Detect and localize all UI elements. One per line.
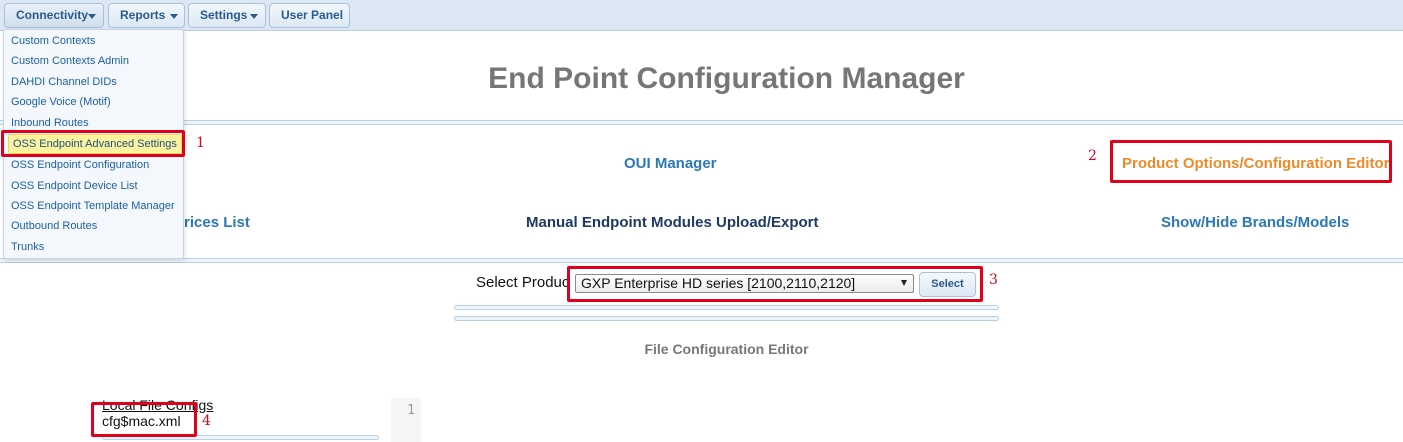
annotation-number-4: 4: [202, 413, 211, 429]
menu-user-panel-label: User Panel: [281, 8, 344, 22]
divider: [0, 258, 1403, 263]
menu-settings[interactable]: Settings: [188, 3, 266, 28]
menu-connectivity[interactable]: Connectivity: [4, 3, 104, 28]
annotation-number-3: 3: [989, 272, 998, 288]
dropdown-item[interactable]: Trunks: [11, 241, 44, 253]
annotation-box-3: [567, 266, 983, 302]
devices-list-link[interactable]: rices List: [184, 214, 250, 231]
page-title: End Point Configuration Manager: [488, 62, 965, 95]
dropdown-item[interactable]: Custom Contexts Admin: [11, 55, 129, 67]
divider: [454, 305, 999, 310]
editor-line-gutter: 1: [391, 398, 421, 442]
annotation-number-2: 2: [1088, 148, 1097, 164]
chevron-down-icon: [250, 14, 258, 19]
dropdown-item[interactable]: Inbound Routes: [11, 117, 89, 129]
select-product-label: Select Produc: [476, 274, 570, 291]
dropdown-item[interactable]: OSS Endpoint Template Manager: [11, 200, 175, 212]
divider: [454, 316, 999, 321]
menu-reports[interactable]: Reports: [108, 3, 185, 28]
menu-reports-label: Reports: [120, 8, 166, 22]
oui-manager-link[interactable]: OUI Manager: [624, 155, 717, 172]
dropdown-item[interactable]: OSS Endpoint Device List: [11, 180, 138, 192]
annotation-box-4: [91, 402, 197, 437]
show-hide-brands-link[interactable]: Show/Hide Brands/Models: [1161, 214, 1349, 231]
dropdown-item[interactable]: OSS Endpoint Configuration: [11, 159, 149, 171]
menu-connectivity-label: Connectivity: [16, 8, 89, 22]
divider: [0, 120, 1403, 125]
menu-user-panel[interactable]: User Panel: [269, 3, 350, 28]
manual-upload-link[interactable]: Manual Endpoint Modules Upload/Export: [526, 214, 819, 231]
chevron-down-icon: [170, 14, 178, 19]
annotation-box-2: [1110, 140, 1392, 183]
annotation-number-1: 1: [196, 135, 205, 151]
menu-bar: Connectivity Reports Settings User Panel: [0, 0, 1403, 31]
chevron-down-icon: [88, 14, 96, 19]
dropdown-item[interactable]: Google Voice (Motif): [11, 96, 111, 108]
file-config-editor-title: File Configuration Editor: [644, 341, 809, 357]
annotation-box-1: [1, 130, 185, 157]
line-number: 1: [407, 403, 415, 418]
menu-settings-label: Settings: [200, 8, 248, 22]
dropdown-item[interactable]: DAHDI Channel DIDs: [11, 76, 117, 88]
dropdown-item[interactable]: Custom Contexts: [11, 35, 95, 47]
dropdown-item[interactable]: Outbound Routes: [11, 220, 97, 232]
